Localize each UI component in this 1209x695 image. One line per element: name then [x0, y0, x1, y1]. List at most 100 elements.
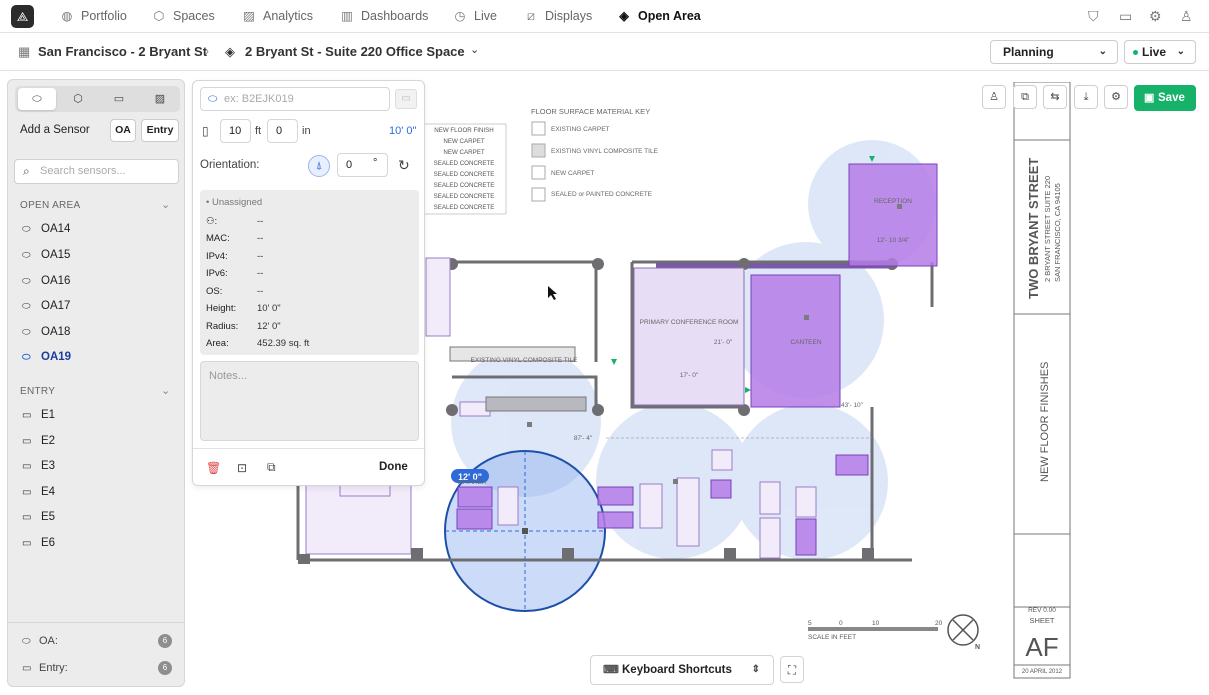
- nav-label: Displays: [545, 9, 593, 23]
- desk[interactable]: [710, 479, 732, 499]
- sensor-item-e5[interactable]: ▭ E5: [22, 508, 55, 526]
- status-label: • Unassigned: [206, 197, 263, 208]
- rotate-icon[interactable]: ↻: [398, 157, 410, 174]
- detail-key: Radius:: [206, 321, 239, 332]
- desk[interactable]: [639, 483, 663, 529]
- chat-icon[interactable]: ▭: [1119, 8, 1132, 25]
- chevron-down-icon[interactable]: ⌄: [470, 43, 479, 56]
- sensor-item-oa16[interactable]: ⬭ OA16: [22, 272, 70, 290]
- sensor-label: E3: [41, 460, 56, 472]
- desk[interactable]: [759, 517, 781, 559]
- desk[interactable]: [497, 486, 519, 526]
- section-title: ENTRY: [20, 386, 56, 397]
- breadcrumb-building[interactable]: San Francisco - 2 Bryant St: [38, 33, 207, 71]
- sensor-item-oa18[interactable]: ⬭ OA18: [22, 323, 70, 341]
- settings-button[interactable]: ⚙: [1104, 85, 1128, 109]
- sensor-item-e1[interactable]: ▭ E1: [22, 406, 55, 424]
- sensor-marker[interactable]: [804, 315, 809, 320]
- desk[interactable]: [711, 449, 733, 471]
- nav-spaces[interactable]: ⬡ Spaces: [152, 0, 215, 33]
- tab-entry-icon[interactable]: ▭: [100, 88, 138, 110]
- selected-sensor-marker[interactable]: [522, 528, 528, 534]
- breadcrumb-space[interactable]: 2 Bryant St - Suite 220 Office Space: [245, 33, 465, 71]
- shield-icon[interactable]: ⛉: [1088, 8, 1099, 25]
- scale-tick: 20: [935, 620, 943, 627]
- sensor-item-oa14[interactable]: ⬭ OA14: [22, 220, 70, 238]
- mode-select[interactable]: Planning ⌄: [990, 40, 1118, 64]
- notes-textarea[interactable]: Notes...: [200, 361, 419, 441]
- desk[interactable]: [456, 508, 493, 530]
- search-input[interactable]: ⌕ Search sensors...: [14, 159, 179, 184]
- column-base: [862, 548, 874, 560]
- sensor-item-oa15[interactable]: ⬭ OA15: [22, 246, 70, 264]
- mode-select-value: Planning: [1003, 45, 1054, 59]
- add-entry-button[interactable]: Entry: [141, 119, 179, 142]
- app-logo-icon[interactable]: ⟁: [11, 5, 34, 28]
- orientation-compass-icon[interactable]: ⍋: [308, 155, 330, 177]
- finish-row: NEW CARPET: [443, 138, 484, 145]
- height-in-input[interactable]: 0: [267, 119, 298, 143]
- desk[interactable]: [795, 486, 817, 518]
- copy-layer-button[interactable]: ⧉: [1013, 85, 1037, 109]
- swap-button[interactable]: ⇆: [1043, 85, 1067, 109]
- sensor-marker[interactable]: [673, 479, 678, 484]
- sensor-item-oa17[interactable]: ⬭ OA17: [22, 297, 70, 315]
- desk[interactable]: [795, 518, 817, 556]
- room-reception[interactable]: [848, 163, 938, 267]
- tab-image-icon[interactable]: ▨: [141, 88, 179, 110]
- detail-value: --: [257, 216, 264, 227]
- nav-analytics[interactable]: ▨ Analytics: [242, 0, 313, 33]
- room-partial[interactable]: [425, 257, 451, 337]
- add-sensor-label: Add a Sensor: [20, 124, 90, 136]
- orientation-value: 0: [346, 159, 353, 171]
- tab-cube-icon[interactable]: ⬡: [59, 88, 97, 110]
- sensor-item-e3[interactable]: ▭ E3: [22, 457, 55, 475]
- detail-row: ⚇: --: [206, 216, 263, 227]
- sensor-marker[interactable]: [527, 422, 532, 427]
- height-ft-input[interactable]: 10: [220, 119, 251, 143]
- keyboard-shortcuts-select[interactable]: ⌨ Keyboard Shortcuts ⇕: [590, 655, 774, 685]
- fullscreen-button[interactable]: ⛶: [780, 656, 804, 683]
- nav-dashboards[interactable]: ▥ Dashboards: [340, 0, 428, 33]
- nav-open-area[interactable]: ◈ Open Area: [617, 0, 701, 33]
- desk[interactable]: [676, 477, 700, 547]
- desk[interactable]: [759, 481, 781, 515]
- save-button[interactable]: ▣ Save: [1134, 85, 1196, 111]
- orientation-input[interactable]: 0 °: [337, 153, 388, 177]
- finish-row: SEALED CONCRETE: [434, 204, 495, 211]
- add-oa-button[interactable]: OA: [110, 119, 136, 142]
- room-primary-conference[interactable]: [633, 267, 745, 406]
- desk[interactable]: [597, 511, 634, 529]
- user-icon[interactable]: ♙: [1180, 8, 1193, 25]
- nav-live[interactable]: ◷ Live: [453, 0, 497, 33]
- top-navigation: ⟁ ◍ Portfolio ⬡ Spaces ▨ Analytics ▥ Dashboa…: [0, 0, 1209, 33]
- assign-user-button[interactable]: ♙: [982, 85, 1006, 109]
- label-reception-dim: 12'- 10 3/4": [877, 237, 911, 244]
- sensor-label: OA17: [41, 300, 71, 312]
- tab-open-area-icon[interactable]: ⬭: [18, 88, 56, 110]
- trash-icon[interactable]: 🗑: [206, 461, 221, 475]
- scan-button[interactable]: ▭: [395, 89, 417, 109]
- desk[interactable]: [835, 454, 869, 476]
- entry-header[interactable]: ENTRY ⌄: [20, 385, 170, 397]
- height-icon: ▯: [202, 124, 209, 138]
- download-button[interactable]: ⤓: [1074, 85, 1098, 109]
- live-select[interactable]: Live ⌄: [1124, 40, 1196, 64]
- serial-input[interactable]: ⬭ ex: B2EJK019: [200, 87, 390, 111]
- desk[interactable]: [597, 486, 634, 506]
- sensor-item-e6[interactable]: ▭ E6: [22, 534, 55, 552]
- gear-icon[interactable]: ⚙: [1149, 8, 1162, 25]
- open-area-header[interactable]: OPEN AREA ⌄: [20, 199, 170, 211]
- sensor-item-oa19[interactable]: ⬭ OA19: [22, 348, 71, 366]
- key-item: NEW CARPET: [551, 170, 594, 177]
- duplicate-icon[interactable]: ⧉: [267, 460, 276, 475]
- nav-portfolio[interactable]: ◍ Portfolio: [60, 0, 127, 33]
- done-button[interactable]: Done: [379, 461, 408, 473]
- entry-marker: [611, 359, 617, 365]
- unlock-icon[interactable]: ⊡: [237, 461, 247, 475]
- nav-displays[interactable]: ⧄ Displays: [524, 0, 592, 33]
- sensor-label: OA15: [41, 249, 71, 261]
- sensor-item-e2[interactable]: ▭ E2: [22, 432, 55, 450]
- desk[interactable]: [457, 486, 493, 508]
- sensor-item-e4[interactable]: ▭ E4: [22, 483, 55, 501]
